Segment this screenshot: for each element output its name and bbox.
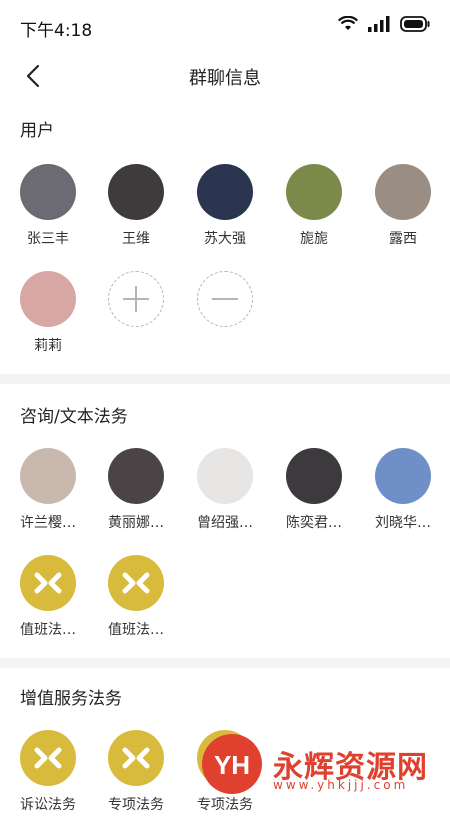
add-member-button[interactable] [96,271,176,361]
avatar [108,448,164,504]
section-title-users: 用户 [20,121,54,141]
member-name: 值班法… [20,622,76,638]
member-item[interactable]: 许兰樱… [8,448,88,538]
avatar [20,271,76,327]
member-name: 露西 [389,231,417,247]
member-name: 刘晓华… [375,515,431,531]
battery-icon [400,16,430,32]
watermark: YH 永辉资源网 www.yhkjjj.com [195,728,445,800]
section-title-consult: 咨询/文本法务 [20,407,128,427]
avatar [20,448,76,504]
avatar [20,164,76,220]
member-item[interactable]: 专项法务 [96,730,176,820]
member-name: 苏大强 [204,231,246,247]
section-title-value-added: 增值服务法务 [20,689,122,709]
member-item[interactable]: 苏大强 [185,164,265,254]
member-item[interactable]: 刘晓华… [363,448,443,538]
member-name: 黄丽娜… [108,515,164,531]
member-name: 曾绍强… [197,515,253,531]
member-item[interactable]: 陈奕君… [274,448,354,538]
section-divider [0,658,450,668]
member-name: 王维 [122,231,150,247]
wifi-icon [338,16,358,30]
law-logo-icon [108,555,164,611]
avatar [286,448,342,504]
avatar [197,164,253,220]
minus-icon [197,271,253,327]
member-item[interactable]: 曾绍强… [185,448,265,538]
member-item[interactable]: 值班法… [96,555,176,645]
member-name: 值班法… [108,622,164,638]
law-logo-icon [20,555,76,611]
member-name: 张三丰 [27,231,69,247]
avatar [375,448,431,504]
plus-icon [108,271,164,327]
watermark-logo-icon: YH [202,734,262,794]
page-title: 群聊信息 [189,68,261,89]
status-time: 下午4:18 [20,21,93,41]
avatar [286,164,342,220]
member-name: 陈奕君… [286,515,342,531]
member-item[interactable]: 张三丰 [8,164,88,254]
nav-bar: 群聊信息 [0,52,450,100]
member-item[interactable]: 莉莉 [8,271,88,361]
remove-member-button[interactable] [185,271,265,361]
member-name: 许兰樱… [20,515,76,531]
law-logo-icon [108,730,164,786]
member-item[interactable]: 值班法… [8,555,88,645]
watermark-url: www.yhkjjj.com [273,778,409,792]
avatar [197,448,253,504]
status-bar: 下午4:18 [0,0,450,52]
member-item[interactable]: 旎旎 [274,164,354,254]
law-logo-icon [20,730,76,786]
member-item[interactable]: 诉讼法务 [8,730,88,820]
avatar [375,164,431,220]
member-name: 旎旎 [300,231,328,247]
member-item[interactable]: 黄丽娜… [96,448,176,538]
member-name: 诉讼法务 [20,797,76,813]
signal-icon [368,16,390,32]
status-icons [338,16,430,32]
member-item[interactable]: 王维 [96,164,176,254]
avatar [108,164,164,220]
section-divider [0,374,450,384]
member-name: 莉莉 [34,338,62,354]
member-name: 专项法务 [108,797,164,813]
member-item[interactable]: 露西 [363,164,443,254]
svg-text:YH: YH [214,750,250,780]
